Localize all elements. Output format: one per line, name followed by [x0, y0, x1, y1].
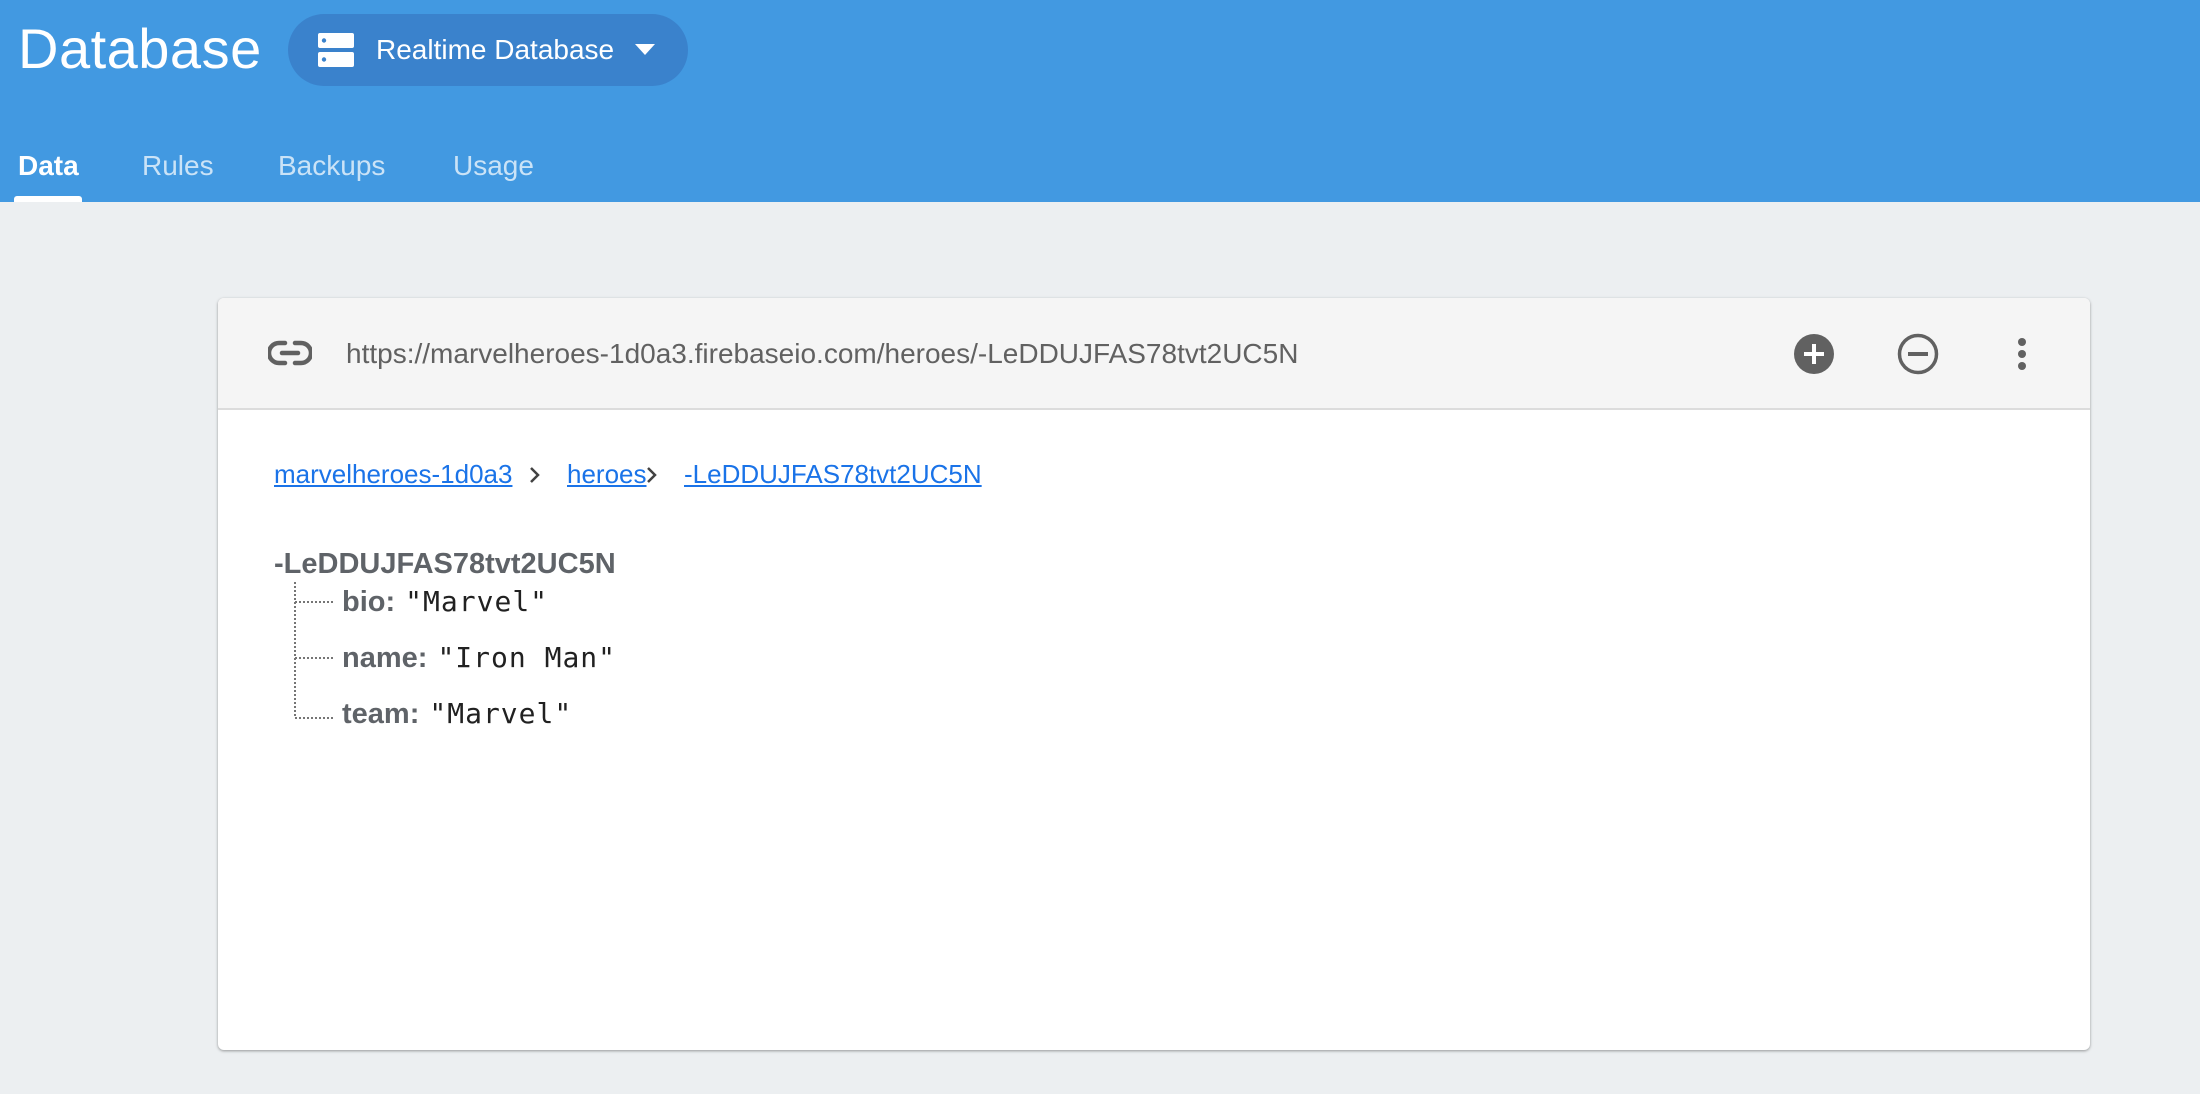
link-icon[interactable] — [268, 336, 312, 370]
breadcrumb-item-heroes[interactable]: heroes — [567, 456, 647, 492]
tab-bar: Data Rules Backups Usage — [0, 130, 800, 202]
node-value: "Iron Man" — [437, 641, 617, 674]
node-value: "Marvel" — [405, 585, 549, 618]
node-colon: : — [385, 586, 396, 618]
tree-node-bio[interactable]: bio: "Marvel" — [342, 584, 548, 620]
more-vert-icon[interactable] — [1998, 330, 2046, 378]
breadcrumb-item-project[interactable]: marvelheroes-1d0a3 — [274, 456, 512, 492]
tree-node-team[interactable]: team: "Marvel" — [342, 696, 572, 732]
page-title: Database — [18, 17, 262, 80]
chevron-down-icon — [635, 44, 655, 55]
tree-connector-lines — [294, 582, 334, 719]
database-selector-label: Realtime Database — [376, 34, 615, 65]
database-icon — [318, 33, 354, 67]
node-value: "Marvel" — [429, 697, 573, 730]
tab-rules[interactable]: Rules — [142, 130, 214, 202]
tab-usage[interactable]: Usage — [453, 130, 534, 202]
tree-root-key[interactable]: -LeDDUJFAS78tvt2UC5N — [274, 546, 616, 582]
database-url[interactable]: https://marvelheroes-1d0a3.firebaseio.co… — [346, 298, 1298, 410]
tree-node-name[interactable]: name: "Iron Man" — [342, 640, 616, 676]
active-tab-indicator — [14, 196, 82, 202]
add-circle-icon[interactable] — [1790, 330, 1838, 378]
node-colon: : — [417, 642, 428, 674]
node-key: team — [342, 698, 410, 730]
chevron-right-icon — [647, 467, 657, 483]
node-key: bio — [342, 586, 386, 618]
remove-circle-icon[interactable] — [1894, 330, 1942, 378]
chevron-right-icon — [530, 467, 540, 483]
node-key: name — [342, 642, 418, 674]
tab-backups[interactable]: Backups — [278, 130, 385, 202]
app-header: Database Realtime Database Data Rules Ba… — [0, 0, 2200, 202]
card-toolbar: https://marvelheroes-1d0a3.firebaseio.co… — [218, 298, 2090, 410]
data-viewer-card: https://marvelheroes-1d0a3.firebaseio.co… — [218, 298, 2090, 1050]
breadcrumb-item-record[interactable]: -LeDDUJFAS78tvt2UC5N — [684, 456, 982, 492]
database-selector[interactable]: Realtime Database — [288, 14, 688, 86]
node-colon: : — [409, 698, 420, 730]
tab-data[interactable]: Data — [18, 130, 79, 202]
